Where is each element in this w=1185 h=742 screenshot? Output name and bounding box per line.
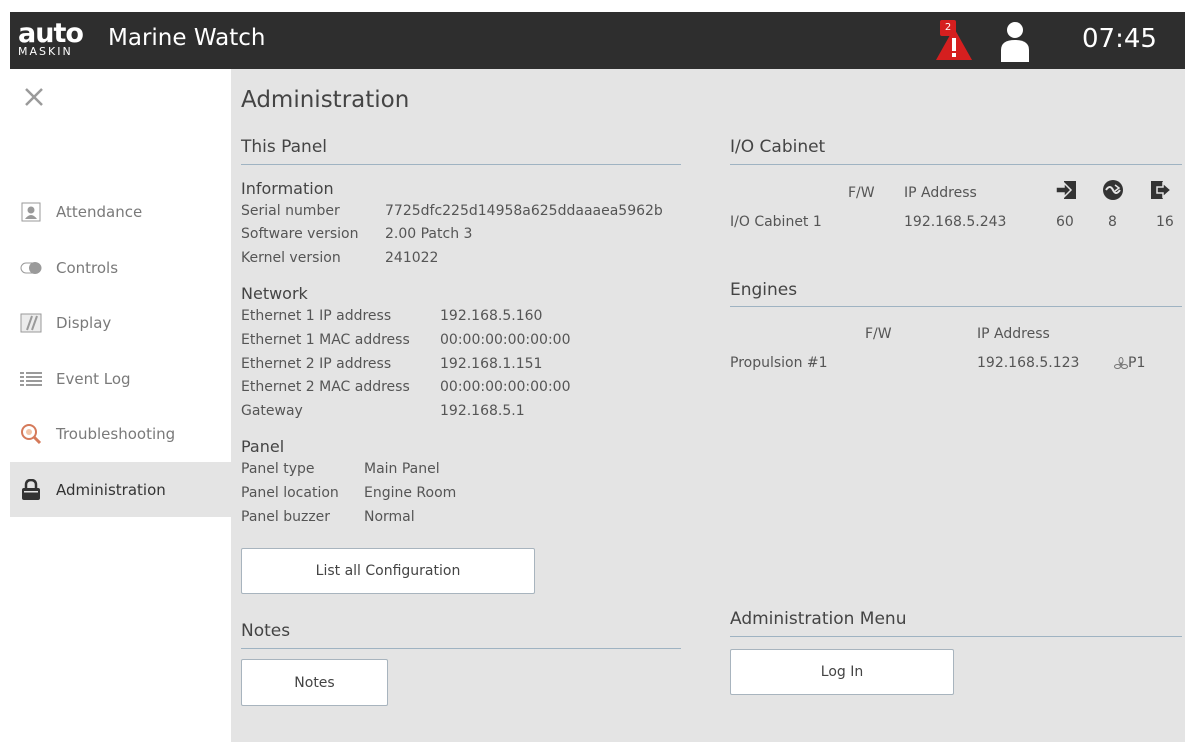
sidebar-item-controls[interactable]: Controls [10, 240, 231, 295]
app-window: auto MASKIN Marine Watch 2 07:45 Attenda… [10, 12, 1185, 742]
section-divider [241, 164, 681, 165]
sidebar-item-troubleshooting[interactable]: Troubleshooting [10, 406, 231, 461]
troubleshoot-icon [20, 423, 42, 445]
sidebar: Attendance Controls Display Event Log Tr [10, 69, 231, 742]
panel-value: Engine Room [364, 485, 457, 501]
section-divider [730, 164, 1182, 165]
admin-menu-title: Administration Menu [730, 609, 907, 629]
toggle-icon [20, 257, 42, 279]
panel-label: Panel buzzer [241, 509, 331, 525]
network-heading: Network [241, 284, 308, 303]
io-col-fw: F/W [848, 185, 875, 201]
clock: 07:45 [1082, 24, 1157, 54]
io-outputs-count: 16 [1156, 214, 1174, 230]
list-all-configuration-button[interactable]: List all Configuration [241, 548, 535, 594]
propeller-icon [1114, 357, 1128, 369]
digital-input-icon [1055, 181, 1076, 199]
user-icon [1001, 22, 1029, 62]
network-label: Ethernet 1 MAC address [241, 332, 410, 348]
sidebar-item-display[interactable]: Display [10, 295, 231, 350]
info-label: Kernel version [241, 250, 341, 266]
digital-output-icon [1151, 181, 1173, 199]
lock-icon [20, 478, 42, 501]
sidebar-item-label: Display [56, 313, 112, 332]
sidebar-item-label: Attendance [56, 202, 143, 221]
notes-button[interactable]: Notes [241, 659, 388, 706]
network-value: 00:00:00:00:00:00 [440, 379, 571, 395]
info-value: 7725dfc225d14958a625ddaaaea5962b [385, 203, 663, 219]
info-value: 241022 [385, 250, 439, 266]
info-label: Serial number [241, 203, 340, 219]
io-analog-count: 8 [1108, 214, 1117, 230]
engines-col-ip: IP Address [977, 326, 1050, 342]
alarm-button[interactable]: 2 [934, 20, 974, 62]
section-divider [241, 648, 681, 649]
close-icon [25, 88, 43, 106]
io-cabinet-ip: 192.168.5.243 [904, 214, 1007, 230]
network-value: 192.168.5.1 [440, 403, 525, 419]
sidebar-item-label: Troubleshooting [56, 424, 176, 443]
info-label: Software version [241, 226, 359, 242]
panel-label: Panel location [241, 485, 339, 501]
sidebar-item-label: Controls [56, 258, 119, 277]
engines-col-fw: F/W [865, 326, 892, 342]
sidebar-item-administration[interactable]: Administration [10, 462, 231, 517]
panel-heading: Panel [241, 437, 285, 456]
logo-text: auto [18, 18, 84, 49]
alarm-count-badge: 2 [940, 20, 956, 36]
panel-value: Normal [364, 509, 415, 525]
sidebar-item-attendance[interactable]: Attendance [10, 184, 231, 239]
information-heading: Information [241, 179, 334, 198]
panel-value: Main Panel [364, 461, 440, 477]
engine-tag: P1 [1128, 355, 1146, 371]
io-inputs-count: 60 [1056, 214, 1074, 230]
network-label: Ethernet 2 MAC address [241, 379, 410, 395]
analog-input-icon [1103, 180, 1123, 200]
network-label: Gateway [241, 403, 303, 419]
top-bar: auto MASKIN Marine Watch 2 07:45 [10, 12, 1185, 69]
sidebar-item-event-log[interactable]: Event Log [10, 351, 231, 406]
section-divider [730, 306, 1182, 307]
io-col-ip: IP Address [904, 185, 977, 201]
display-icon [20, 312, 42, 334]
user-button[interactable] [998, 20, 1032, 62]
main-content: Administration This Panel Information Se… [231, 69, 1185, 742]
io-cabinet-title: I/O Cabinet [730, 137, 826, 157]
panel-label: Panel type [241, 461, 315, 477]
network-value: 192.168.5.160 [440, 308, 543, 324]
this-panel-title: This Panel [241, 137, 328, 157]
page-title: Administration [241, 87, 410, 113]
network-value: 00:00:00:00:00:00 [440, 332, 571, 348]
notes-title: Notes [241, 621, 291, 641]
sidebar-item-label: Event Log [56, 369, 131, 388]
network-label: Ethernet 1 IP address [241, 308, 392, 324]
section-divider [730, 636, 1182, 637]
info-value: 2.00 Patch 3 [385, 226, 473, 242]
io-cabinet-name: I/O Cabinet 1 [730, 214, 822, 230]
logo-subtext: MASKIN [18, 45, 73, 58]
network-value: 192.168.1.151 [440, 356, 543, 372]
close-button[interactable] [22, 85, 46, 109]
engine-ip: 192.168.5.123 [977, 355, 1080, 371]
auto-maskin-logo: auto MASKIN [18, 18, 98, 62]
person-icon [20, 201, 42, 223]
network-label: Ethernet 2 IP address [241, 356, 392, 372]
list-icon [20, 368, 42, 390]
log-in-button[interactable]: Log In [730, 649, 954, 695]
engine-name: Propulsion #1 [730, 355, 828, 371]
engines-title: Engines [730, 280, 798, 300]
app-title: Marine Watch [108, 25, 266, 51]
sidebar-item-label: Administration [56, 480, 166, 499]
